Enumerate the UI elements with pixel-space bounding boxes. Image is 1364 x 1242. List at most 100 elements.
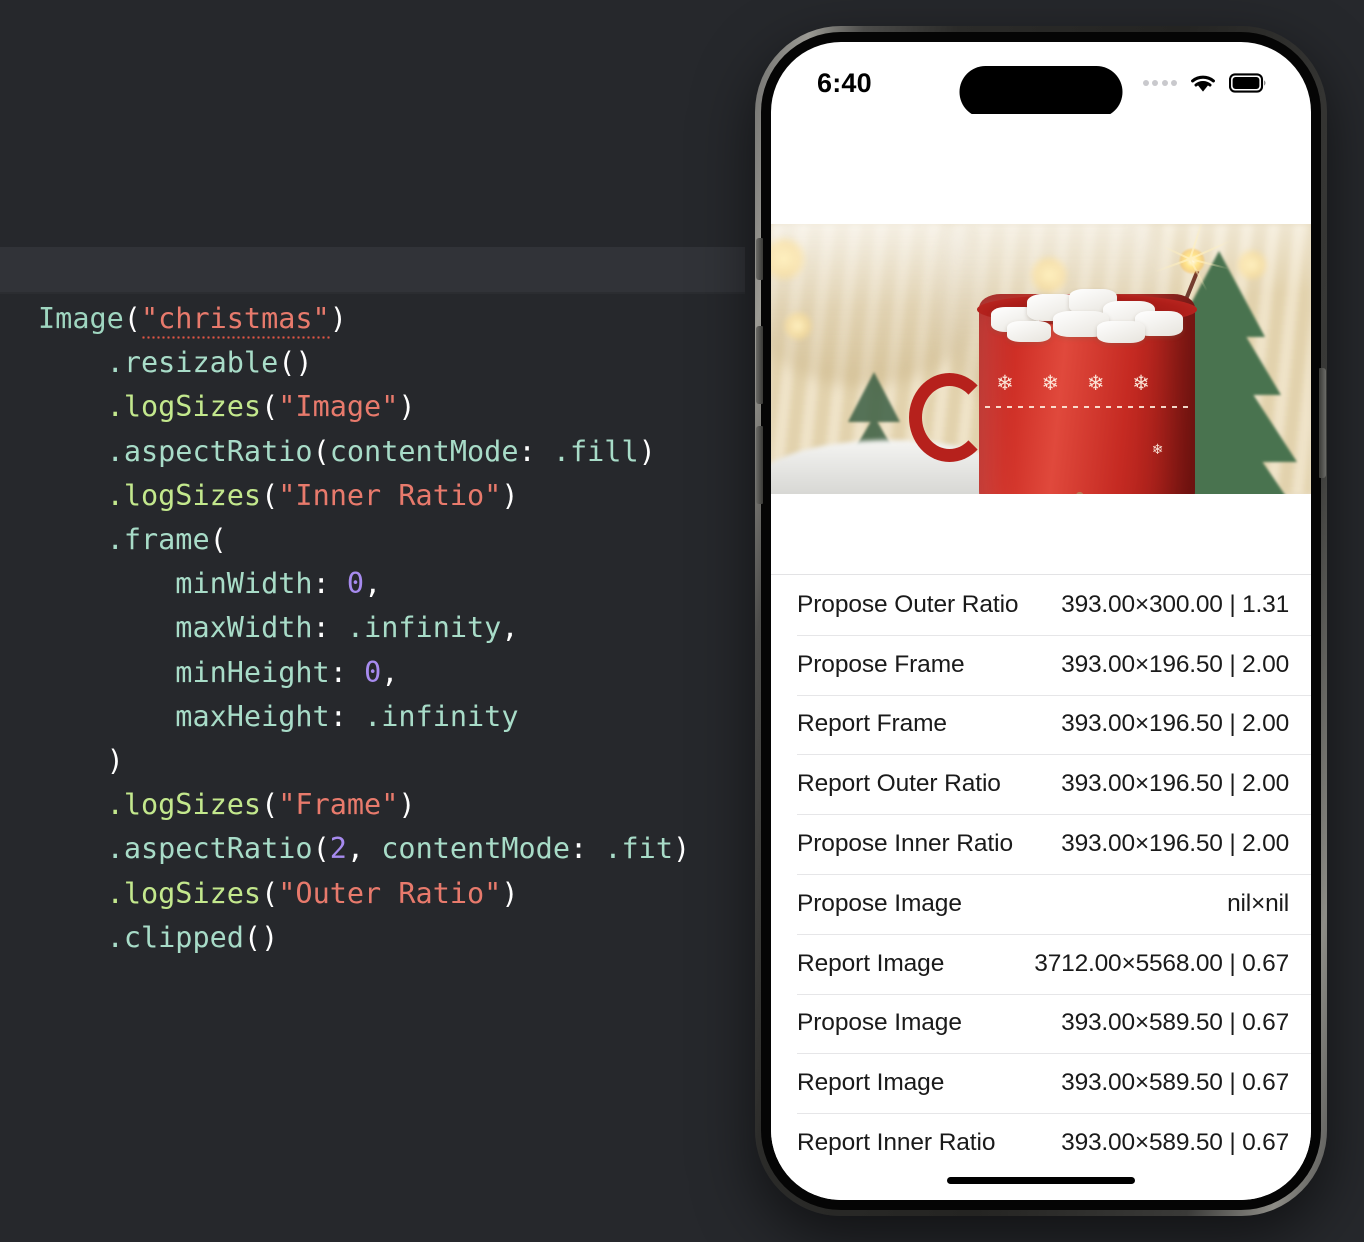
code-token: . — [106, 523, 124, 557]
code-token: maxWidth — [175, 611, 313, 645]
row-label: Report Image — [797, 949, 945, 977]
code-token: minHeight — [175, 655, 330, 689]
code-token: contentMode — [329, 434, 519, 468]
volume-up-button[interactable] — [756, 326, 763, 404]
device-screen[interactable]: 6:40 ❄ ❄ ❄ ❄ ❄ Propose Outer Ratio 393.0… — [771, 42, 1311, 1200]
code-token: "Outer Ratio" — [278, 876, 502, 910]
code-token: . — [106, 390, 124, 424]
table-row[interactable]: Report Inner Ratio 393.00×589.50 | 0.67 — [771, 1113, 1311, 1173]
table-row[interactable]: Propose Image 393.00×589.50 | 0.67 — [771, 993, 1311, 1054]
swift-code-block[interactable]: Image("christmas") .resizable() .logSize… — [0, 292, 745, 960]
code-token: "Inner Ratio" — [278, 478, 502, 512]
code-token: : — [518, 434, 536, 468]
row-value: 393.00×196.50 | 2.00 — [1061, 710, 1289, 738]
mug-dot-band — [985, 405, 1189, 408]
row-value: 393.00×196.50 | 2.00 — [1061, 650, 1289, 678]
code-token: . — [106, 920, 124, 954]
code-token: 2 — [329, 832, 347, 866]
code-token: ( — [312, 832, 330, 866]
table-row[interactable]: Report Frame 393.00×196.50 | 2.00 — [771, 694, 1311, 755]
code-token: logSizes — [123, 478, 262, 512]
code-token: , — [381, 655, 399, 689]
home-indicator[interactable] — [947, 1177, 1135, 1184]
code-token: ) — [501, 876, 519, 910]
table-row[interactable]: Propose Frame 393.00×196.50 | 2.00 — [771, 634, 1311, 695]
code-token: aspectRatio — [123, 434, 313, 468]
code-token: ) — [672, 832, 691, 866]
volume-down-button[interactable] — [756, 426, 763, 504]
row-label: Propose Frame — [797, 650, 965, 678]
table-row[interactable]: Report Image 3712.00×5568.00 | 0.67 — [771, 933, 1311, 994]
app-content: ❄ ❄ ❄ ❄ ❄ 🐒 Merry — [771, 114, 1311, 1200]
code-token: contentMode — [381, 832, 570, 866]
code-token: "Frame" — [278, 788, 399, 822]
silent-switch-button[interactable] — [756, 238, 763, 280]
hero-image-container: ❄ ❄ ❄ ❄ ❄ 🐒 Merry — [771, 224, 1311, 494]
snowflake-icon: ❄ — [1086, 371, 1105, 395]
row-label: Propose Image — [797, 1009, 962, 1037]
code-token: .infinity — [346, 611, 502, 645]
code-token: minWidth — [175, 567, 313, 601]
status-bar-time: 6:40 — [817, 67, 872, 98]
code-token: ) — [106, 744, 124, 778]
code-token: . — [106, 478, 124, 512]
code-token: , — [501, 611, 519, 645]
code-token: ( — [261, 390, 279, 424]
row-label: Report Outer Ratio — [797, 770, 1001, 798]
code-token: clipped — [123, 920, 244, 954]
wifi-icon — [1191, 75, 1215, 92]
cellular-dots-icon — [1142, 80, 1177, 86]
row-value: 393.00×589.50 | 0.67 — [1061, 1009, 1289, 1037]
row-value: 393.00×589.50 | 0.67 — [1061, 1129, 1289, 1157]
table-row[interactable]: Report Outer Ratio 393.00×196.50 | 2.00 — [771, 754, 1311, 814]
table-row[interactable]: Report Image 393.00×589.50 | 0.67 — [771, 1053, 1311, 1113]
bokeh-light — [781, 310, 814, 343]
reindeer-icon: 🐒 — [1074, 491, 1106, 494]
code-token: ) — [329, 302, 347, 335]
row-value: 3712.00×5568.00 | 0.67 — [1034, 949, 1289, 977]
mug-handle — [908, 372, 990, 462]
row-value: 393.00×196.50 | 2.00 — [1061, 770, 1289, 798]
table-row[interactable]: Propose Inner Ratio 393.00×196.50 | 2.00 — [771, 814, 1311, 874]
row-label: Propose Image — [797, 889, 962, 917]
code-token: logSizes — [123, 876, 262, 910]
row-value: 393.00×300.00 | 1.31 — [1061, 590, 1289, 618]
code-token: frame — [123, 523, 210, 557]
code-token: , — [346, 832, 365, 866]
size-log-table[interactable]: Propose Outer Ratio 393.00×300.00 | 1.31 P… — [771, 574, 1311, 1200]
code-token: . — [106, 876, 124, 910]
code-token: ) — [638, 434, 656, 468]
code-token: resizable — [123, 346, 279, 380]
code-token: . — [106, 788, 124, 822]
code-token: . — [106, 832, 124, 866]
code-token: ) — [501, 478, 519, 512]
battery-full-icon — [1229, 73, 1266, 93]
row-value: nil×nil — [1227, 889, 1289, 917]
code-token: : — [570, 832, 588, 866]
device-frame: 6:40 ❄ ❄ ❄ ❄ ❄ Propose Outer Ratio 393.0… — [755, 26, 1327, 1216]
marshmallows — [987, 288, 1187, 344]
power-button[interactable] — [1319, 368, 1326, 478]
code-token: ( — [209, 523, 227, 557]
row-label: Report Inner Ratio — [797, 1129, 996, 1157]
table-row[interactable]: Propose Outer Ratio 393.00×300.00 | 1.31 — [771, 575, 1311, 635]
snowflake-icon: ❄ — [1132, 371, 1150, 395]
table-row[interactable]: Propose Image nil×nil — [771, 873, 1311, 934]
code-editor-pane[interactable]: Image("christmas") .resizable() .logSize… — [0, 292, 745, 992]
row-label: Propose Inner Ratio — [797, 830, 1014, 858]
code-token: () — [243, 920, 279, 954]
status-bar: 6:40 — [771, 42, 1311, 118]
christmas-image: ❄ ❄ ❄ ❄ ❄ 🐒 Merry — [771, 224, 1311, 494]
code-token: ) — [398, 788, 416, 822]
code-token: ( — [312, 434, 330, 468]
code-token: () — [278, 346, 313, 380]
code-token: : — [329, 655, 347, 689]
snowflake-icon: ❄ — [1041, 371, 1060, 395]
code-token: ( — [261, 876, 279, 910]
